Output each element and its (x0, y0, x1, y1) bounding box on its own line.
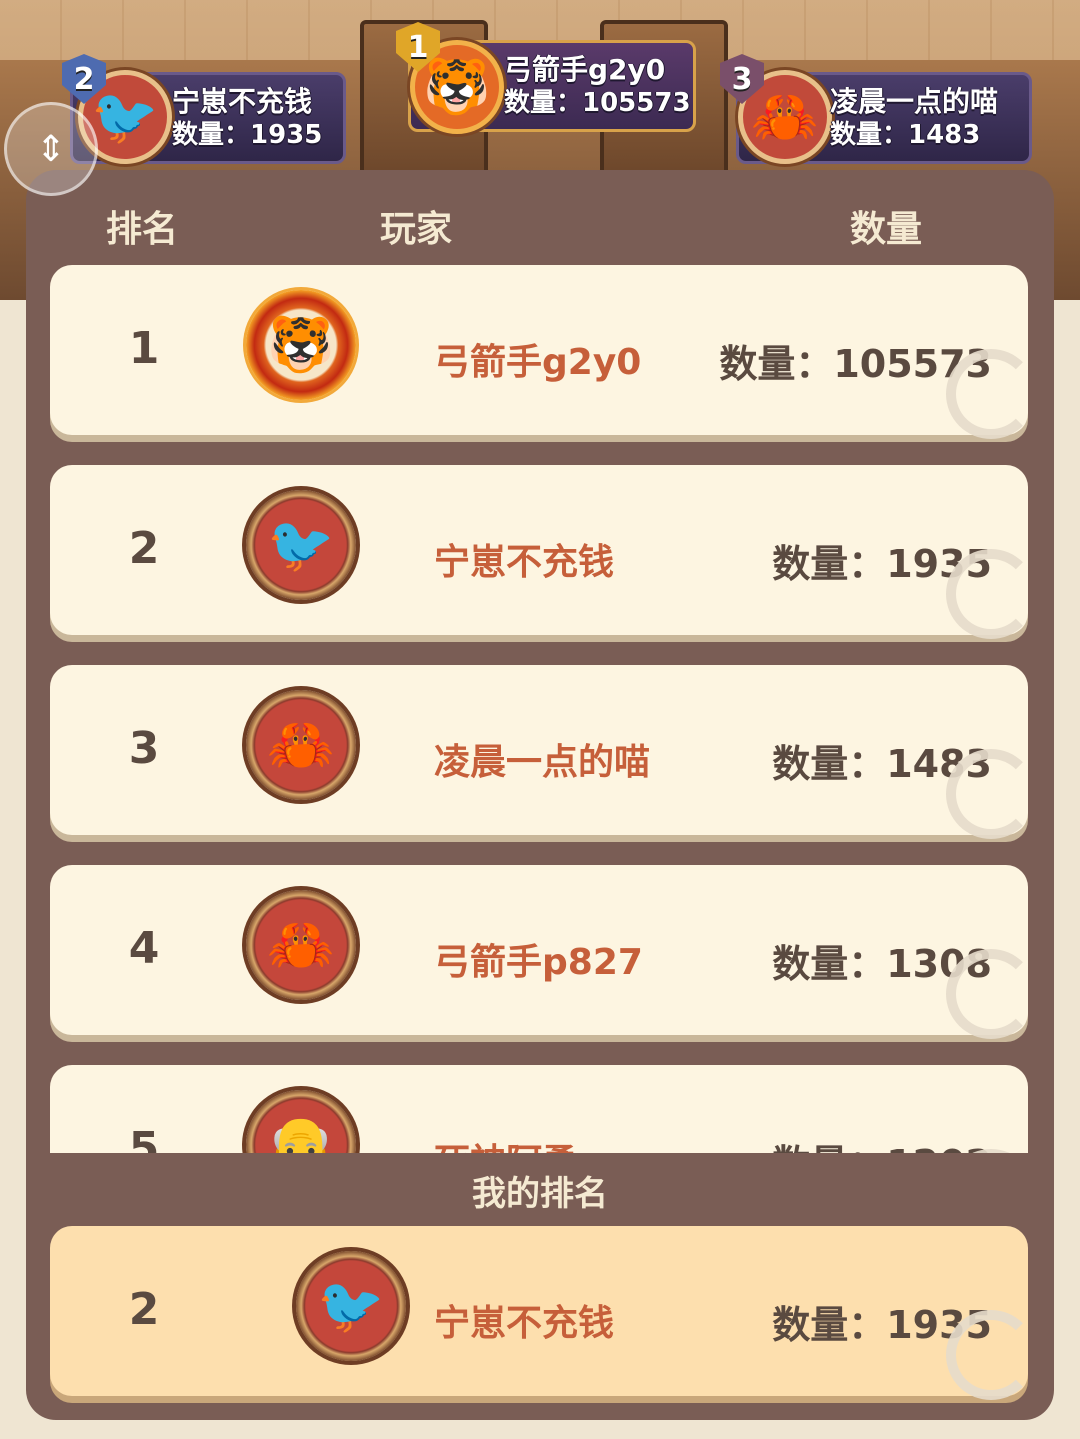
swirl-decoration-icon (946, 549, 1030, 639)
header-count: 数量 (850, 209, 923, 250)
swirl-decoration-icon (946, 949, 1030, 1039)
header-rank: 排名 (106, 209, 179, 250)
row-player-name: 死神阿勇 (434, 1133, 578, 1153)
row-rank: 1 (128, 323, 160, 374)
swirl-decoration-icon (946, 349, 1030, 439)
my-rank-number: 2 (128, 1284, 160, 1335)
row-player-name: 凌晨一点的喵 (434, 742, 651, 783)
tiger-fire-icon: 🐯 (267, 313, 335, 376)
table-row[interactable]: 4 🦀 弓箭手p827 数量：1308 (50, 865, 1030, 1039)
crab-icon: 🦀 (267, 913, 335, 976)
tiger-fire-icon: 🐯 (423, 55, 491, 118)
table-row[interactable]: 3 🦀 凌晨一点的喵 数量：1483 (50, 665, 1030, 839)
row-count: 数量：1202 (772, 1133, 992, 1153)
swirl-decoration-icon (946, 749, 1030, 839)
crab-icon: 🦀 (267, 713, 335, 776)
header-player: 玩家 (380, 209, 453, 250)
float-toggle-button[interactable]: ⇕ (4, 102, 98, 196)
hooded-crow-icon: 🐦 (267, 513, 335, 576)
my-player-name: 宁崽不充钱 (434, 1303, 615, 1344)
my-avatar: 🐦 (296, 1251, 406, 1361)
podium-count-2: 数量：1935 (172, 120, 323, 150)
my-rank-title: 我的排名 (472, 1174, 608, 1214)
row-avatar: 🦀 (246, 890, 356, 1000)
row-avatar: 🦀 (246, 690, 356, 800)
row-rank: 3 (128, 723, 160, 774)
row-avatar: 🐦 (246, 490, 356, 600)
row-avatar: 👴 (246, 1090, 356, 1153)
white-hair-icon: 👴 (267, 1113, 335, 1154)
table-row[interactable]: 2 🐦 宁崽不充钱 数量：1935 (50, 465, 1030, 639)
row-rank: 2 (128, 523, 160, 574)
podium-count-1: 数量：105573 (504, 88, 691, 118)
table-row[interactable]: 1 🐯 弓箭手g2y0 数量：105573 (50, 265, 1030, 439)
podium-count-3: 数量：1483 (830, 120, 981, 150)
hooded-crow-icon: 🐦 (91, 85, 159, 148)
row-player-name: 弓箭手p827 (434, 942, 643, 983)
swap-arrows-icon: ⇕ (35, 128, 67, 170)
row-avatar: 🐯 (246, 290, 356, 400)
row-player-name: 宁崽不充钱 (434, 542, 615, 583)
crab-icon: 🦀 (751, 85, 819, 148)
my-rank-row[interactable]: 2 🐦 宁崽不充钱 数量：1935 (50, 1226, 1036, 1400)
row-rank: 5 (128, 1123, 160, 1153)
ranking-list[interactable]: 1 🐯 弓箭手g2y0 数量：105573 2 🐦 宁崽不充钱 数量：1935 … (50, 265, 1030, 1153)
table-row[interactable]: 5 👴 死神阿勇 数量：1202 (50, 1065, 1030, 1153)
swirl-decoration-icon (946, 1310, 1036, 1400)
row-rank: 4 (128, 923, 160, 974)
row-player-name: 弓箭手g2y0 (434, 342, 642, 383)
hooded-crow-icon: 🐦 (317, 1274, 385, 1337)
